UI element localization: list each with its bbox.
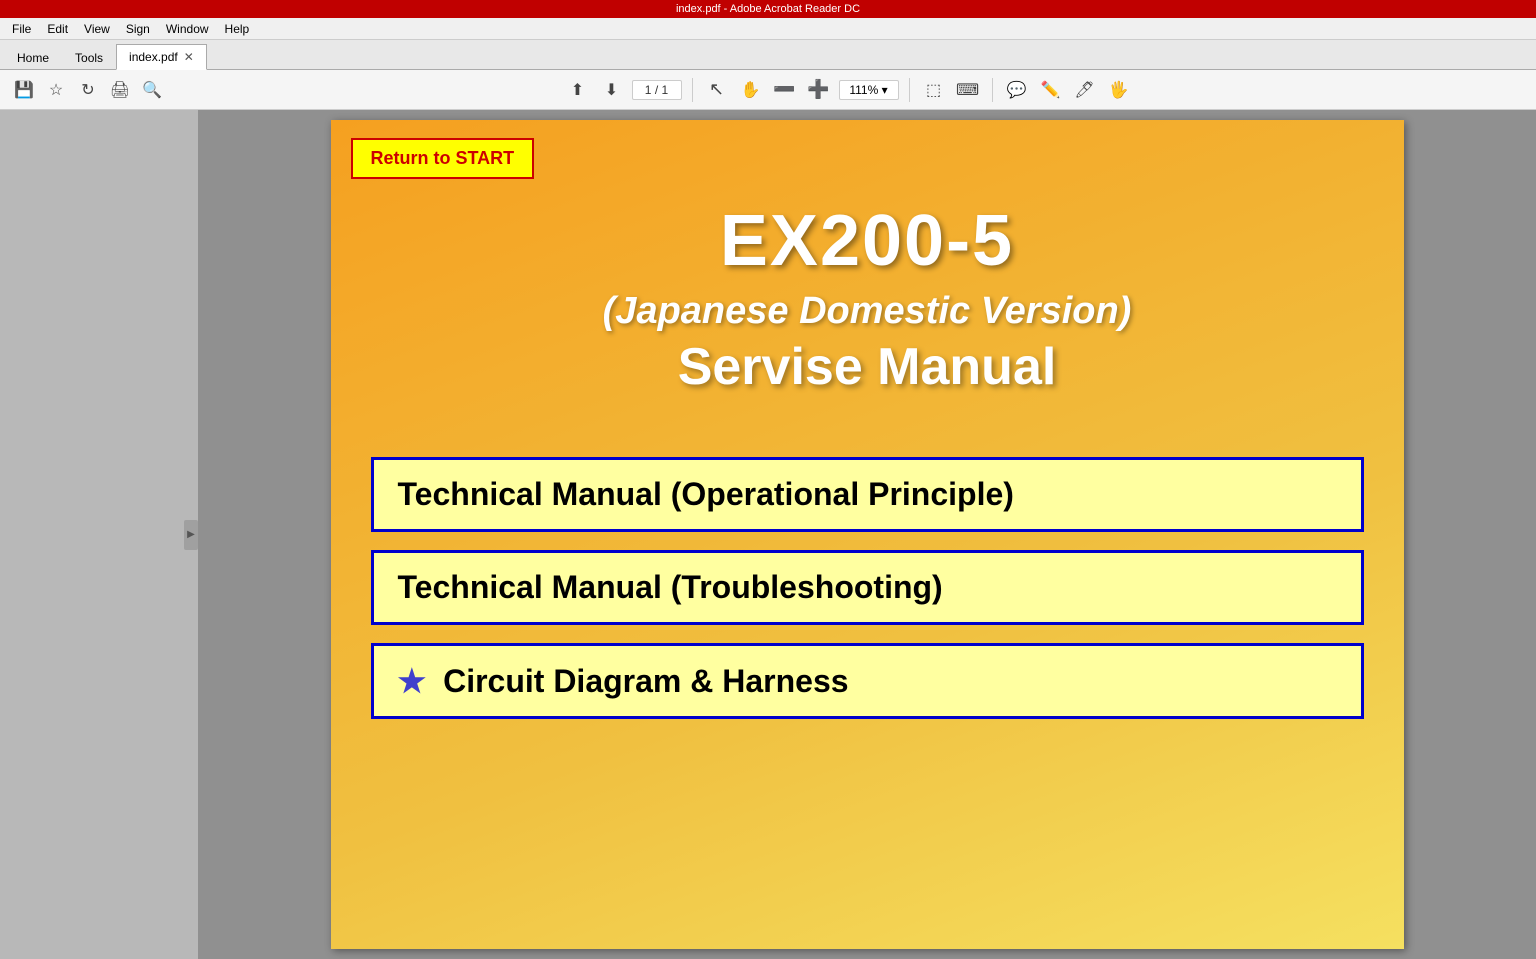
refresh-button[interactable]: ↻ [74, 76, 102, 104]
print-button[interactable]: 🖨 [106, 76, 134, 104]
menu-bar: File Edit View Sign Window Help [0, 18, 1536, 40]
links-area: Technical Manual (Operational Principle)… [331, 437, 1404, 739]
highlight-button[interactable]: 🖊 [1071, 76, 1099, 104]
tab-active-file[interactable]: index.pdf ✕ [116, 44, 207, 70]
return-to-start-button[interactable]: Return to START [351, 138, 535, 179]
save-button[interactable]: 💾 [10, 76, 38, 104]
tech-manual-op-link[interactable]: Technical Manual (Operational Principle) [371, 457, 1364, 532]
zoom-in-button[interactable]: ➕ [805, 76, 833, 104]
select-tool-button[interactable]: ⬚ [920, 76, 948, 104]
circuit-diagram-link[interactable]: ★ Circuit Diagram & Harness [371, 643, 1364, 719]
tab-bar: Home Tools index.pdf ✕ [0, 40, 1536, 70]
tab-close-button[interactable]: ✕ [184, 50, 194, 64]
toolbar: 💾 ☆ ↻ 🖨 🔍 ⬆ ⬇ 1 / 1 ↖ ✋ ➖ ➕ 111% ▾ ⬚ ⌨ 💬… [0, 70, 1536, 110]
pdf-page: Return to START EX200-5 (Japanese Domest… [331, 120, 1404, 949]
comment-button[interactable]: 💬 [1003, 76, 1031, 104]
tech-manual-ts-link[interactable]: Technical Manual (Troubleshooting) [371, 550, 1364, 625]
marquee-tool-button[interactable]: ⌨ [954, 76, 982, 104]
menu-edit[interactable]: Edit [39, 20, 76, 38]
menu-window[interactable]: Window [158, 20, 217, 38]
tab-home[interactable]: Home [4, 45, 62, 69]
pdf-area: Return to START EX200-5 (Japanese Domest… [198, 110, 1536, 959]
menu-view[interactable]: View [76, 20, 118, 38]
subtitle-1: (Japanese Domestic Version) [331, 290, 1404, 333]
menu-sign[interactable]: Sign [118, 20, 158, 38]
tab-tools[interactable]: Tools [62, 45, 116, 69]
main-title: EX200-5 [331, 200, 1404, 282]
page-up-button[interactable]: ⬆ [564, 76, 592, 104]
menu-help[interactable]: Help [217, 20, 258, 38]
toolbar-sep-2 [909, 78, 910, 102]
toolbar-sep-1 [692, 78, 693, 102]
left-sidebar: ▶ [0, 110, 198, 959]
menu-file[interactable]: File [4, 20, 39, 38]
title-bar-text: index.pdf - Adobe Acrobat Reader DC [6, 3, 1530, 15]
cursor-tool-button[interactable]: ↖ [703, 76, 731, 104]
sidebar-toggle[interactable]: ▶ [184, 520, 198, 550]
toolbar-sep-3 [992, 78, 993, 102]
bookmark-button[interactable]: ☆ [42, 76, 70, 104]
zoom-out-button[interactable]: ➖ [771, 76, 799, 104]
subtitle-2: Servise Manual [331, 337, 1404, 397]
star-icon: ★ [398, 663, 427, 699]
toolbar-center: ⬆ ⬇ 1 / 1 ↖ ✋ ➖ ➕ 111% ▾ ⬚ ⌨ 💬 ✏️ 🖊 🖐 [170, 76, 1526, 104]
page-number[interactable]: 1 / 1 [632, 80, 682, 100]
title-bar: index.pdf - Adobe Acrobat Reader DC [0, 0, 1536, 18]
pencil-button[interactable]: ✏️ [1037, 76, 1065, 104]
page-down-button[interactable]: ⬇ [598, 76, 626, 104]
main-area: ▶ Return to START EX200-5 (Japanese Dome… [0, 110, 1536, 959]
stamp-button[interactable]: 🖐 [1105, 76, 1133, 104]
hand-tool-button[interactable]: ✋ [737, 76, 765, 104]
find-button[interactable]: 🔍 [138, 76, 166, 104]
zoom-level[interactable]: 111% ▾ [839, 80, 899, 100]
